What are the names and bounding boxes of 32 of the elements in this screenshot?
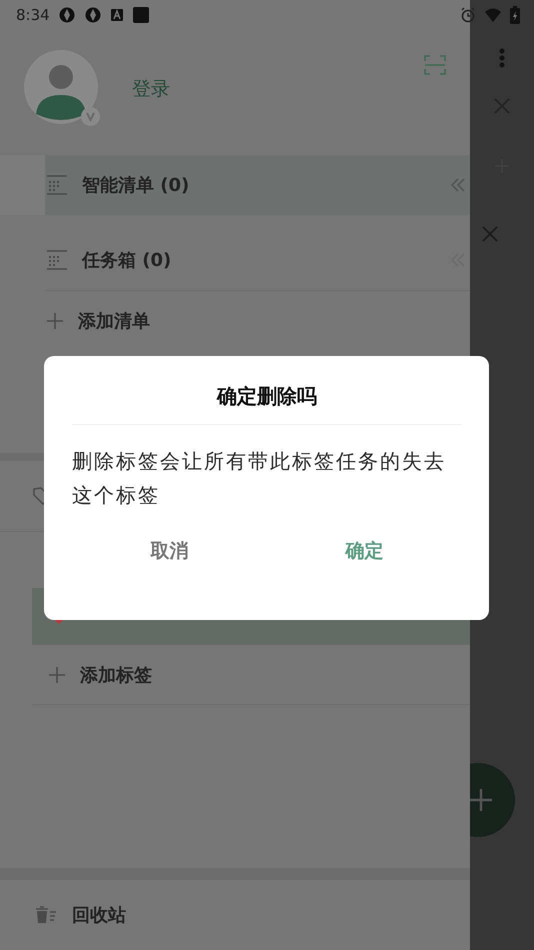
list-item[interactable]: 任务箱 (0) [0,230,470,290]
add-list-label: 添加清单 [78,310,151,332]
confirm-button[interactable]: 确定 [267,532,462,570]
wifi-icon [484,7,502,23]
alarm-icon [460,7,476,23]
list-icon [47,250,67,270]
list-item[interactable]: 智能清单 (0) [45,155,470,215]
aperture-icon [84,6,102,24]
add-fab-icon[interactable] [470,762,516,838]
list-icon [47,175,67,195]
dialog-title: 确定删除吗 [216,383,318,410]
more-icon[interactable] [499,48,505,68]
trash-icon [35,906,57,924]
battery-icon [510,6,520,24]
aperture-icon [58,6,76,24]
keyboard-icon [110,8,124,22]
double-chevron-icon[interactable] [450,178,465,192]
close-icon[interactable] [482,226,498,242]
login-link[interactable]: 登录 [132,76,170,102]
plus-icon [49,666,65,682]
cancel-button[interactable]: 取消 [72,532,267,570]
list-label: 智能清单 (0) [82,174,190,197]
dialog-message: 删除标签会让所有带此标签任务的失去这个标签 [72,448,447,509]
scan-icon[interactable] [424,55,446,75]
clock-time: 8:34 [16,6,50,24]
list-label: 任务箱 (0) [82,249,172,272]
trash-label: 回收站 [72,904,127,927]
vip-badge-icon [81,107,100,126]
trash-item[interactable]: 回收站 [0,880,470,950]
add-tag-label: 添加标签 [80,664,153,686]
square-icon [132,6,150,24]
plus-icon [47,312,63,328]
